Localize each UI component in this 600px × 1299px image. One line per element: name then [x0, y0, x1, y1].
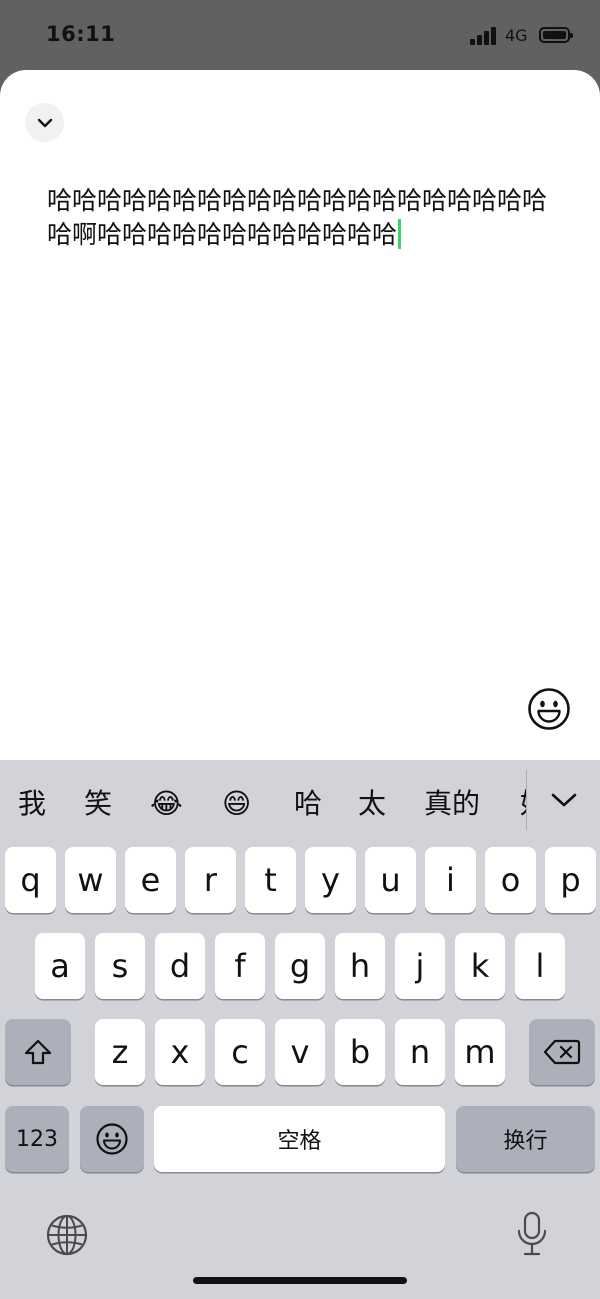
battery-icon — [539, 27, 573, 43]
globe-button[interactable] — [45, 1213, 89, 1257]
key-d[interactable]: d — [155, 933, 205, 999]
key-u[interactable]: u — [365, 847, 416, 913]
shift-icon — [24, 1039, 52, 1065]
key-p[interactable]: p — [545, 847, 596, 913]
status-time: 16:11 — [46, 22, 116, 46]
key-b[interactable]: b — [335, 1019, 385, 1085]
key-k[interactable]: k — [455, 933, 505, 999]
candidate-item[interactable]: 我 — [18, 784, 46, 824]
editor-sheet: 哈哈哈哈哈哈哈哈哈哈哈哈哈哈哈哈哈哈哈哈哈啊哈哈哈哈哈哈哈哈哈哈哈哈 — [0, 70, 600, 760]
globe-icon — [46, 1214, 88, 1256]
network-type: 4G — [505, 26, 528, 45]
return-key[interactable]: 换行 — [456, 1106, 595, 1172]
microphone-icon — [517, 1211, 547, 1256]
shift-key[interactable] — [5, 1019, 71, 1085]
key-z[interactable]: z — [95, 1019, 145, 1085]
candidate-item[interactable]: 太 — [358, 784, 386, 824]
collapse-button[interactable] — [25, 103, 64, 142]
cellular-signal-icon — [470, 27, 498, 45]
key-j[interactable]: j — [395, 933, 445, 999]
candidate-overflow: 好 — [516, 760, 526, 844]
emoji-key[interactable] — [80, 1106, 144, 1172]
key-i[interactable]: i — [425, 847, 476, 913]
candidate-item[interactable]: 😂 — [150, 784, 183, 824]
expand-candidates-button[interactable] — [548, 786, 580, 814]
text-caret — [398, 219, 402, 249]
text-input-area[interactable]: 哈哈哈哈哈哈哈哈哈哈哈哈哈哈哈哈哈哈哈哈哈啊哈哈哈哈哈哈哈哈哈哈哈哈 — [47, 184, 557, 252]
candidate-item[interactable]: 真的 — [424, 784, 480, 824]
key-a[interactable]: a — [35, 933, 85, 999]
key-y[interactable]: y — [305, 847, 356, 913]
key-s[interactable]: s — [95, 933, 145, 999]
candidate-item[interactable]: 😄 — [222, 784, 251, 824]
candidate-bar: 我 笑 😂 😄 哈 太 真的 好 — [0, 760, 600, 844]
key-o[interactable]: o — [485, 847, 536, 913]
key-c[interactable]: c — [215, 1019, 265, 1085]
key-n[interactable]: n — [395, 1019, 445, 1085]
key-t[interactable]: t — [245, 847, 296, 913]
key-e[interactable]: e — [125, 847, 176, 913]
key-x[interactable]: x — [155, 1019, 205, 1085]
smiley-icon — [96, 1123, 128, 1155]
status-bar: 16:11 4G — [0, 0, 600, 70]
home-indicator[interactable] — [193, 1277, 407, 1284]
numbers-key[interactable]: 123 — [5, 1106, 69, 1172]
delete-key[interactable] — [529, 1019, 595, 1085]
key-w[interactable]: w — [65, 847, 116, 913]
key-g[interactable]: g — [275, 933, 325, 999]
chevron-down-icon — [37, 118, 52, 127]
key-m[interactable]: m — [455, 1019, 505, 1085]
key-q[interactable]: q — [5, 847, 56, 913]
entered-text: 哈哈哈哈哈哈哈哈哈哈哈哈哈哈哈哈哈哈哈哈哈啊哈哈哈哈哈哈哈哈哈哈哈哈 — [47, 186, 548, 249]
key-r[interactable]: r — [185, 847, 236, 913]
key-l[interactable]: l — [515, 933, 565, 999]
keyboard: 我 笑 😂 😄 哈 太 真的 好 q w e r t y u i o p a s… — [0, 760, 600, 1299]
key-f[interactable]: f — [215, 933, 265, 999]
chevron-down-icon — [551, 793, 577, 807]
candidate-item[interactable]: 笑 — [84, 784, 112, 824]
space-key[interactable]: 空格 — [154, 1106, 445, 1172]
candidate-item[interactable]: 哈 — [294, 784, 322, 824]
smiley-icon — [528, 688, 570, 730]
candidate-separator — [526, 770, 527, 830]
backspace-icon — [543, 1039, 581, 1065]
emoji-button[interactable] — [527, 687, 571, 731]
key-h[interactable]: h — [335, 933, 385, 999]
key-v[interactable]: v — [275, 1019, 325, 1085]
dictation-button[interactable] — [514, 1210, 550, 1258]
